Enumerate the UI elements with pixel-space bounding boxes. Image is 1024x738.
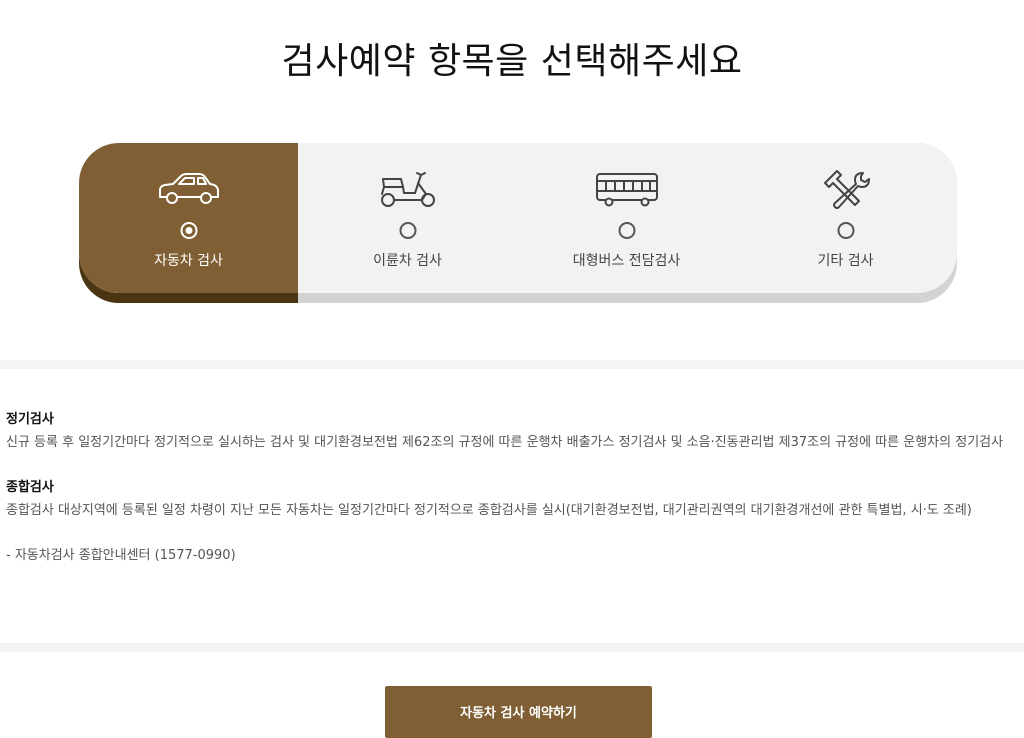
bus-icon [595, 173, 658, 207]
option-label: 이륜차 검사 [373, 253, 442, 269]
section-body: 종합검사 대상지역에 등록된 일정 차령이 지난 모든 자동차는 일정기간마다 … [6, 503, 972, 518]
inspection-info: 정기검사 신규 등록 후 일정기간마다 정기적으로 실시하는 검사 및 대기환경… [6, 408, 1022, 567]
option-car-inspection[interactable]: 자동차 검사 [79, 143, 298, 293]
section-divider [0, 643, 1024, 652]
car-icon [158, 173, 219, 204]
contact-info: - 자동차검사 종합안내센터 (1577-0990) [6, 548, 236, 563]
radio-bus-inspection[interactable] [618, 222, 635, 239]
section-title: 정기검사 [6, 412, 54, 427]
selector-body: 자동차 검사 이륜차 검사 대형버스 전담검사 기타 검사 [79, 143, 957, 293]
inspection-type-selector: 자동차 검사 이륜차 검사 대형버스 전담검사 기타 검사 [79, 143, 957, 303]
tools-icon [823, 170, 870, 209]
option-other-inspection[interactable]: 기타 검사 [736, 143, 955, 293]
option-label: 대형버스 전담검사 [572, 253, 681, 269]
section-divider [0, 360, 1024, 369]
page: 검사예약 항목을 선택해주세요 자동차 검사 이륜차 검사 대형버스 전담검사 … [0, 0, 1024, 738]
option-bus-inspection[interactable]: 대형버스 전담검사 [517, 143, 736, 293]
page-title: 검사예약 항목을 선택해주세요 [281, 41, 743, 82]
option-label: 자동차 검사 [154, 253, 223, 269]
option-label: 기타 검사 [817, 253, 874, 269]
radio-other-inspection[interactable] [837, 222, 854, 239]
section-title: 종합검사 [6, 480, 54, 495]
reserve-car-inspection-button[interactable]: 자동차 검사 예약하기 [385, 686, 652, 738]
section-body: 신규 등록 후 일정기간마다 정기적으로 실시하는 검사 및 대기환경보전법 제… [6, 435, 1004, 450]
option-motorcycle-inspection[interactable]: 이륜차 검사 [298, 143, 517, 293]
radio-car-inspection[interactable] [180, 222, 197, 239]
scooter-icon [380, 172, 435, 207]
radio-motorcycle-inspection[interactable] [399, 222, 416, 239]
